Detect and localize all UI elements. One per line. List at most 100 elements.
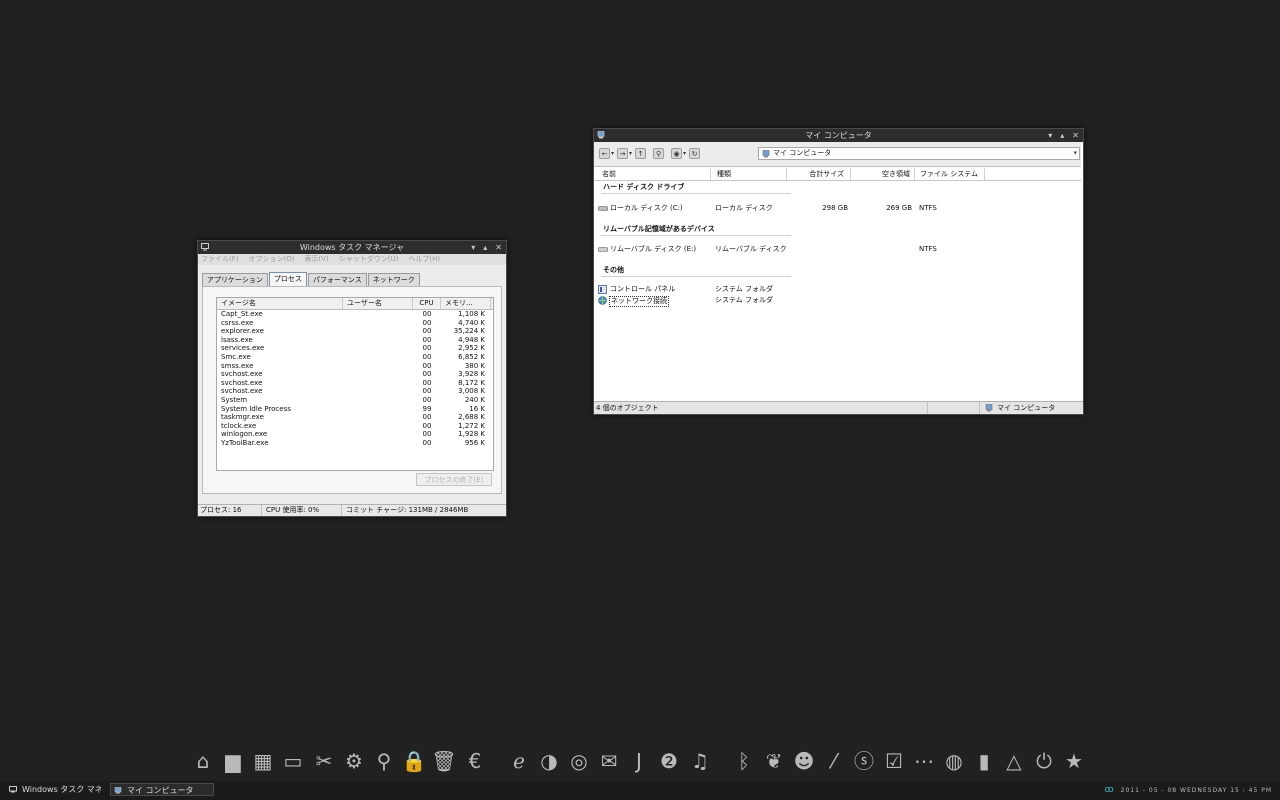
table-row[interactable]: services.exe 00 2,952 K bbox=[217, 344, 493, 353]
refresh-button[interactable]: ↻ bbox=[689, 148, 701, 159]
two-circle-icon[interactable]: ❷ bbox=[656, 746, 682, 776]
bluetooth-icon[interactable]: ᛒ bbox=[731, 746, 757, 776]
table-row[interactable]: svchost.exe 00 8,172 K bbox=[217, 379, 493, 388]
views-dropdown-icon[interactable]: ▾ bbox=[683, 150, 686, 157]
column-name[interactable]: 名前 bbox=[594, 168, 711, 180]
minimize-button[interactable]: ▾ bbox=[1048, 129, 1052, 142]
gear-icon[interactable]: ⚙ bbox=[341, 746, 367, 776]
skype-icon[interactable]: ⓢ bbox=[851, 746, 877, 776]
computer-icon[interactable]: ▭ bbox=[280, 746, 306, 776]
process-list[interactable]: イメージ名 ユーザー名 CPU メモリ... Capt_St.exe 00 1,10… bbox=[216, 297, 494, 471]
close-button[interactable]: ✕ bbox=[495, 241, 502, 254]
task-manager-titlebar[interactable]: Windows タスク マネージャ ▾ ▴ ✕ bbox=[198, 241, 506, 254]
checkbox-icon[interactable]: ☑ bbox=[881, 746, 907, 776]
views-button[interactable]: ◉ bbox=[671, 148, 683, 159]
chrome-icon[interactable]: ◎ bbox=[566, 746, 592, 776]
process-name: svchost.exe bbox=[221, 387, 263, 396]
close-button[interactable]: ✕ bbox=[1072, 129, 1079, 142]
users-icon[interactable]: ☻ bbox=[791, 746, 817, 776]
forward-dropdown-icon[interactable]: ▾ bbox=[629, 150, 632, 157]
taskbar-item-my-computer[interactable]: マイ コンピュータ bbox=[110, 783, 214, 796]
process-cpu: 00 bbox=[422, 327, 432, 336]
table-row[interactable]: winlogon.exe 00 1,928 K bbox=[217, 430, 493, 439]
list-item[interactable]: リムーバブル ディスク (E:) リムーバブル ディスク NTFS bbox=[594, 245, 1081, 254]
search-icon[interactable]: ⚲ bbox=[371, 746, 397, 776]
lock-icon[interactable]: 🔒 bbox=[401, 746, 427, 776]
power-icon[interactable]: ⏻ bbox=[1031, 746, 1057, 776]
process-user bbox=[343, 319, 413, 328]
minimize-button[interactable]: ▾ bbox=[471, 241, 475, 254]
tray-icon[interactable]: ꝏ bbox=[1105, 785, 1115, 795]
column-file-system[interactable]: ファイル システム bbox=[915, 168, 985, 180]
search-button[interactable]: ⚲ bbox=[653, 148, 665, 159]
process-memory: 240 K bbox=[464, 395, 485, 404]
back-button[interactable]: ← bbox=[599, 148, 610, 159]
headphones-icon[interactable]: ♫ bbox=[687, 746, 713, 776]
address-bar[interactable]: マイ コンピュータ ▾ bbox=[758, 147, 1080, 160]
column-type[interactable]: 種類 bbox=[711, 168, 787, 180]
column-memory[interactable]: メモリ... bbox=[441, 298, 491, 309]
table-row[interactable]: svchost.exe 00 3,008 K bbox=[217, 387, 493, 396]
back-dropdown-icon[interactable]: ▾ bbox=[611, 150, 614, 157]
tab-performance[interactable]: パフォーマンス bbox=[307, 273, 367, 286]
system-clock[interactable]: ꝏ 2011 - 05 - 08 WEDNESDAY 15 : 45 PM bbox=[1105, 784, 1272, 797]
tab-processes[interactable]: プロセス bbox=[268, 272, 307, 286]
internet-explorer-icon[interactable]: ℯ bbox=[506, 746, 532, 776]
up-folder-button[interactable]: ↑ bbox=[635, 148, 647, 159]
table-row[interactable]: taskmgr.exe 00 2,688 K bbox=[217, 413, 493, 422]
menu-help[interactable]: ヘルプ(H) bbox=[408, 254, 440, 265]
list-item[interactable]: コントロール パネル システム フォルダ bbox=[594, 285, 1081, 294]
column-cpu[interactable]: CPU bbox=[413, 298, 441, 309]
firefox-icon[interactable]: ◑ bbox=[536, 746, 562, 776]
table-row[interactable]: svchost.exe 00 3,928 K bbox=[217, 370, 493, 379]
trash-icon[interactable]: 🗑 bbox=[431, 746, 457, 776]
table-row[interactable]: lsass.exe 00 4,948 K bbox=[217, 336, 493, 345]
star-icon[interactable]: ★ bbox=[1061, 746, 1087, 776]
end-process-button[interactable]: プロセスの終了(E) bbox=[416, 473, 492, 486]
home-icon[interactable]: ⌂ bbox=[190, 746, 216, 776]
list-item[interactable]: ローカル ディスク (C:) ローカル ディスク 298 GB 269 GB N… bbox=[594, 204, 1081, 213]
taskbar-item-task-manager[interactable]: Windows タスク マネ... bbox=[6, 783, 101, 796]
table-row[interactable]: csrss.exe 00 4,740 K bbox=[217, 319, 493, 328]
list-item[interactable]: ネットワーク接続 システム フォルダ bbox=[594, 296, 1081, 307]
table-row[interactable]: Smc.exe 00 6,852 K bbox=[217, 353, 493, 362]
network-icon[interactable]: ▦ bbox=[250, 746, 276, 776]
tools-icon[interactable]: ✂ bbox=[311, 746, 337, 776]
process-user bbox=[343, 353, 413, 362]
heart-pin-icon[interactable]: ❦ bbox=[761, 746, 787, 776]
mail-icon[interactable]: ✉ bbox=[596, 746, 622, 776]
table-row[interactable]: explorer.exe 00 35,224 K bbox=[217, 327, 493, 336]
column-user-name[interactable]: ユーザー名 bbox=[343, 298, 413, 309]
table-row[interactable]: YzToolBar.exe 00 956 K bbox=[217, 439, 493, 448]
maximize-button[interactable]: ▴ bbox=[483, 241, 487, 254]
table-row[interactable]: Capt_St.exe 00 1,108 K bbox=[217, 310, 493, 319]
tab-networking[interactable]: ネットワーク bbox=[367, 273, 420, 286]
address-dropdown-icon[interactable]: ▾ bbox=[1073, 148, 1077, 159]
maximize-button[interactable]: ▴ bbox=[1060, 129, 1064, 142]
tab-applications[interactable]: アプリケーション bbox=[202, 273, 268, 286]
table-row[interactable]: System Idle Process 99 16 K bbox=[217, 405, 493, 414]
mouse-icon[interactable]: ◍ bbox=[941, 746, 967, 776]
process-cpu: 00 bbox=[422, 378, 432, 387]
forward-arrow-icon: → bbox=[619, 149, 626, 158]
menu-shutdown[interactable]: シャットダウン(U) bbox=[339, 254, 399, 265]
media-player-icon[interactable]: € bbox=[462, 746, 488, 776]
signal-icon[interactable]: ⁄ bbox=[821, 746, 847, 776]
menu-view[interactable]: 表示(V) bbox=[304, 254, 328, 265]
menu-options[interactable]: オプション(O) bbox=[249, 254, 295, 265]
j-icon[interactable]: J bbox=[626, 746, 652, 776]
world-map-icon[interactable]: ⋯ bbox=[911, 746, 937, 776]
column-total-size[interactable]: 合計サイズ bbox=[787, 168, 851, 180]
table-row[interactable]: System 00 240 K bbox=[217, 396, 493, 405]
triangle-icon[interactable]: △ bbox=[1001, 746, 1027, 776]
explorer-statusbar: 4 個のオブジェクト マイ コンピュータ bbox=[594, 401, 1083, 414]
table-row[interactable]: smss.exe 00 380 K bbox=[217, 362, 493, 371]
column-image-name[interactable]: イメージ名 bbox=[217, 298, 343, 309]
my-computer-titlebar[interactable]: マイ コンピュータ ▾ ▴ ✕ bbox=[594, 129, 1083, 142]
forward-button[interactable]: → bbox=[617, 148, 629, 159]
menu-file[interactable]: ファイル(F) bbox=[201, 254, 239, 265]
battery-plug-icon[interactable]: ▮ bbox=[971, 746, 997, 776]
column-free-space[interactable]: 空き領域 bbox=[851, 168, 915, 180]
folder-icon[interactable]: ▆ bbox=[220, 746, 246, 776]
table-row[interactable]: tclock.exe 00 1,272 K bbox=[217, 422, 493, 431]
